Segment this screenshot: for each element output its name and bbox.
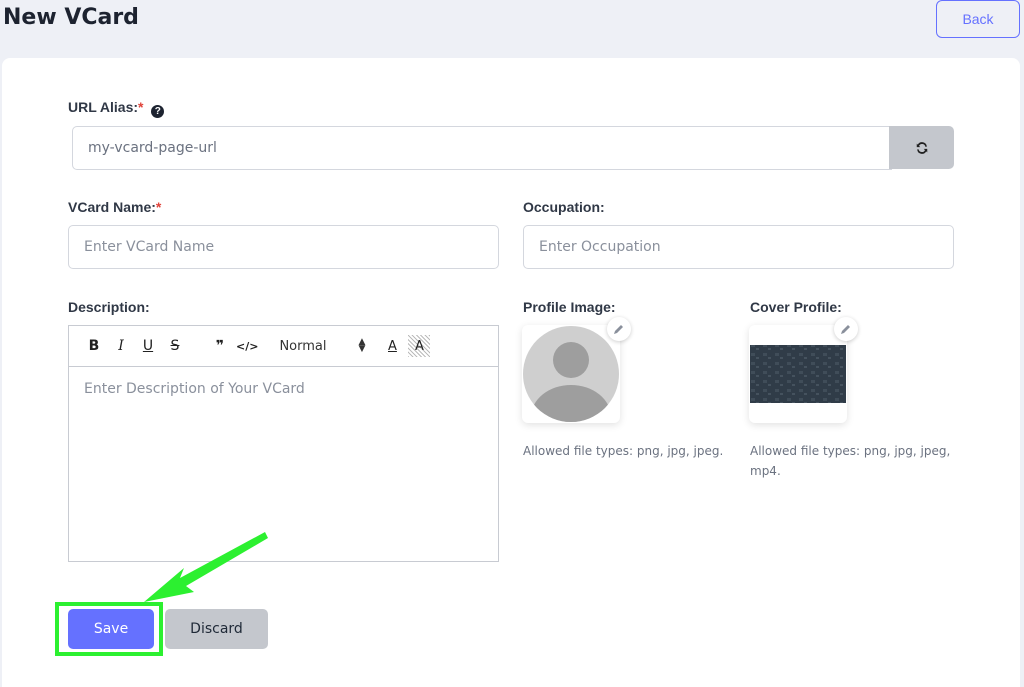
discard-button[interactable]: Discard [165, 609, 268, 649]
italic-button[interactable]: I [110, 335, 132, 357]
occupation-input[interactable]: Enter Occupation [523, 225, 954, 269]
cover-profile-hint: Allowed file types: png, jpg, jpeg, mp4. [750, 444, 951, 478]
underline-button[interactable]: U [137, 335, 159, 357]
editor-toolbar: B I U S ❞ </> Normal ▲ ▼ A A [69, 326, 498, 367]
profile-image-hint: Allowed file types: png, jpg, jpeg. [523, 444, 724, 458]
editor-content[interactable]: Enter Description of Your VCard [69, 367, 498, 411]
occupation-label: Occupation: [523, 199, 605, 215]
question-circle-icon[interactable]: ? [151, 105, 165, 118]
profile-image-box[interactable] [522, 325, 620, 423]
strike-button[interactable]: S [164, 335, 186, 357]
profile-image-edit-button[interactable] [607, 317, 631, 341]
required-mark: * [155, 199, 162, 215]
cover-profile-edit-button[interactable] [834, 317, 858, 341]
cover-image-thumbnail [750, 345, 846, 403]
heading-select[interactable]: Normal ▲ ▼ [279, 337, 366, 354]
cover-profile-label: Cover Profile: [750, 299, 842, 315]
required-mark: * [138, 99, 144, 115]
profile-image-label: Profile Image: [523, 299, 616, 315]
text-color-button[interactable]: A [381, 335, 403, 357]
vcard-name-input[interactable]: Enter VCard Name [68, 225, 499, 269]
background-color-button[interactable]: A [408, 335, 431, 357]
page-title: New VCard [3, 5, 139, 30]
select-arrows-icon: ▲ ▼ [358, 337, 366, 354]
url-alias-value: my-vcard-page-url [88, 140, 217, 156]
url-alias-input[interactable]: my-vcard-page-url [72, 126, 892, 170]
pencil-icon [614, 325, 623, 334]
pencil-icon [841, 325, 850, 334]
description-label: Description: [68, 299, 150, 315]
back-button[interactable]: Back [936, 0, 1020, 38]
heading-select-value: Normal [279, 338, 327, 354]
refresh-icon [916, 141, 927, 154]
cover-profile-box[interactable] [749, 325, 847, 423]
vcard-name-label-text: VCard Name: [68, 199, 156, 215]
code-block-button[interactable]: </> [236, 335, 258, 357]
description-editor: B I U S ❞ </> Normal ▲ ▼ A A Enter Descri… [68, 325, 499, 562]
vcard-name-label: VCard Name:* [68, 199, 161, 215]
avatar-placeholder-icon [523, 326, 619, 422]
bold-button[interactable]: B [83, 335, 105, 357]
url-alias-label-text: URL Alias: [68, 99, 139, 115]
save-button[interactable]: Save [68, 609, 154, 649]
vcard-name-placeholder: Enter VCard Name [84, 239, 215, 255]
occupation-placeholder: Enter Occupation [539, 239, 661, 255]
url-alias-label: URL Alias:* ? [68, 99, 165, 118]
annotation-arrow-icon [144, 532, 268, 602]
blockquote-button[interactable]: ❞ [209, 335, 231, 357]
refresh-button[interactable] [889, 126, 954, 169]
